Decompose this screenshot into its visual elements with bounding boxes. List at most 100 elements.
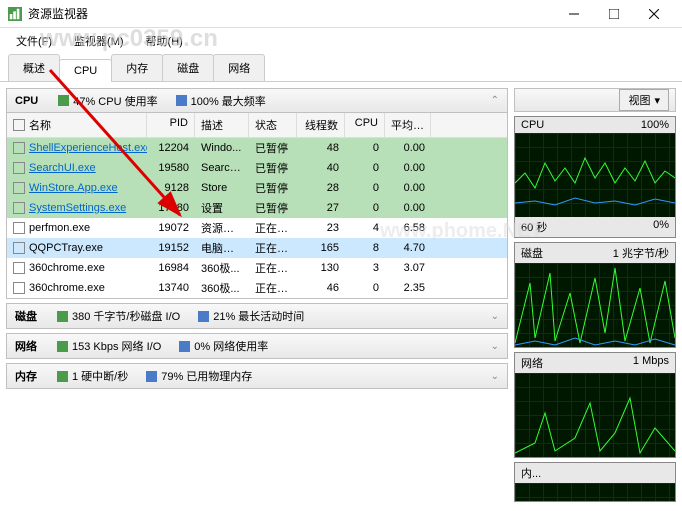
tab-cpu[interactable]: CPU (59, 59, 112, 82)
cell-avg: 0.00 (385, 180, 431, 196)
table-row[interactable]: 360chrome.exe16984360极...正在运行13033.07 (7, 258, 507, 278)
process-name: SystemSettings.exe (29, 202, 126, 214)
row-checkbox[interactable] (13, 282, 25, 294)
cell-status: 正在运行 (249, 258, 297, 278)
cell-pid: 19580 (147, 160, 195, 176)
table-row[interactable]: 360chrome.exe13740360极...正在运行4602.35 (7, 278, 507, 298)
cpu-freq-meter: 100% 最大频率 (176, 93, 266, 109)
cell-status: 正在运行 (249, 278, 297, 298)
cpu-panel: CPU 47% CPU 使用率 100% 最大频率 ⌃ 名称 PID 描述 状态… (6, 88, 508, 299)
checkbox-all[interactable] (13, 119, 25, 131)
cell-desc: 360极... (195, 258, 249, 278)
col-cpu[interactable]: CPU (345, 113, 385, 137)
network-panel-title: 网络 (15, 338, 37, 354)
graph-max: 100% (641, 119, 669, 131)
close-button[interactable] (634, 1, 674, 27)
network-panel: 网络 153 Kbps 网络 I/O 0% 网络使用率 ⌄ (6, 333, 508, 359)
row-checkbox[interactable] (13, 182, 25, 194)
mem-faults-meter: 1 硬中断/秒 (57, 368, 128, 384)
disk-panel-header[interactable]: 磁盘 380 千字节/秒磁盘 I/O 21% 最长活动时间 ⌄ (7, 304, 507, 328)
memory-panel-title: 内存 (15, 368, 37, 384)
graph-title: CPU (521, 119, 544, 131)
disk-active-meter: 21% 最长活动时间 (198, 308, 304, 324)
cell-desc: 电脑管家 (195, 238, 249, 258)
col-avg[interactable]: 平均 C... (385, 113, 431, 137)
table-body: ShellExperienceHost.exe12204Windo...已暂停4… (7, 138, 507, 298)
maximize-button[interactable] (594, 1, 634, 27)
cell-avg: 4.70 (385, 240, 431, 256)
cell-cpu: 8 (345, 240, 385, 256)
cell-threads: 40 (297, 160, 345, 176)
side-header: 视图▾ (514, 88, 676, 112)
cell-desc: Search... (195, 160, 249, 176)
row-checkbox[interactable] (13, 162, 25, 174)
row-checkbox[interactable] (13, 222, 25, 234)
cell-desc: Store (195, 180, 249, 196)
tab-memory[interactable]: 内存 (111, 54, 163, 81)
cell-cpu: 4 (345, 220, 385, 236)
cell-status: 正在运行 (249, 238, 297, 258)
network-panel-header[interactable]: 网络 153 Kbps 网络 I/O 0% 网络使用率 ⌄ (7, 334, 507, 358)
cell-desc: Windo... (195, 140, 249, 156)
cell-cpu: 0 (345, 140, 385, 156)
cell-status: 已暂停 (249, 138, 297, 158)
cell-status: 已暂停 (249, 158, 297, 178)
view-button[interactable]: 视图▾ (619, 89, 669, 111)
cell-pid: 12204 (147, 140, 195, 156)
table-row[interactable]: ShellExperienceHost.exe12204Windo...已暂停4… (7, 138, 507, 158)
network-graph: 网络1 Mbps (514, 352, 676, 458)
table-row[interactable]: SystemSettings.exe17480设置已暂停2700.00 (7, 198, 507, 218)
col-status[interactable]: 状态 (249, 113, 297, 137)
col-pid[interactable]: PID (147, 113, 195, 137)
graph-title: 内... (521, 465, 541, 481)
cell-avg: 0.00 (385, 200, 431, 216)
graph-max: 1 兆字节/秒 (613, 245, 669, 261)
table-row[interactable]: SearchUI.exe19580Search...已暂停4000.00 (7, 158, 507, 178)
cell-cpu: 0 (345, 200, 385, 216)
row-checkbox[interactable] (13, 242, 25, 254)
cell-threads: 130 (297, 260, 345, 276)
menu-file[interactable]: 文件(F) (6, 30, 62, 52)
net-use-meter: 0% 网络使用率 (179, 338, 268, 354)
disk-panel: 磁盘 380 千字节/秒磁盘 I/O 21% 最长活动时间 ⌄ (6, 303, 508, 329)
cell-desc: 设置 (195, 198, 249, 218)
col-threads[interactable]: 线程数 (297, 113, 345, 137)
row-checkbox[interactable] (13, 142, 25, 154)
disk-io-meter: 380 千字节/秒磁盘 I/O (57, 308, 180, 324)
disk-panel-title: 磁盘 (15, 308, 37, 324)
memory-panel-header[interactable]: 内存 1 硬中断/秒 79% 已用物理内存 ⌄ (7, 364, 507, 388)
graph-footer-left: 60 秒 (521, 219, 547, 235)
cell-avg: 0.00 (385, 160, 431, 176)
process-name: ShellExperienceHost.exe (29, 142, 147, 154)
table-row[interactable]: perfmon.exe19072资源和...正在运行2346.58 (7, 218, 507, 238)
disk-graph: 磁盘 1 兆字节/秒 (514, 242, 676, 348)
cpu-usage-meter: 47% CPU 使用率 (58, 93, 157, 109)
table-row[interactable]: QQPCTray.exe19152电脑管家正在运行16584.70 (7, 238, 507, 258)
cell-threads: 48 (297, 140, 345, 156)
process-name: 360chrome.exe (29, 282, 105, 294)
mem-used-meter: 79% 已用物理内存 (146, 368, 252, 384)
tab-network[interactable]: 网络 (213, 54, 265, 81)
cpu-panel-header[interactable]: CPU 47% CPU 使用率 100% 最大频率 ⌃ (7, 89, 507, 113)
process-name: perfmon.exe (29, 222, 90, 234)
cell-pid: 17480 (147, 200, 195, 216)
tab-overview[interactable]: 概述 (8, 54, 60, 81)
cell-threads: 23 (297, 220, 345, 236)
graph-footer-right: 0% (653, 219, 669, 235)
row-checkbox[interactable] (13, 202, 25, 214)
chevron-down-icon: ▾ (654, 94, 660, 107)
menu-help[interactable]: 帮助(H) (136, 30, 193, 52)
graph-title: 网络 (521, 355, 543, 371)
col-desc[interactable]: 描述 (195, 113, 249, 137)
minimize-button[interactable] (554, 1, 594, 27)
graphs-pane: 视图▾ CPU 100% 60 秒 0% 磁盘 1 兆字节/秒 网络1 Mbps 内.… (514, 82, 682, 511)
titlebar: 资源监视器 (0, 0, 682, 28)
process-name: SearchUI.exe (29, 162, 96, 174)
tab-disk[interactable]: 磁盘 (162, 54, 214, 81)
cell-threads: 165 (297, 240, 345, 256)
table-row[interactable]: WinStore.App.exe9128Store已暂停2800.00 (7, 178, 507, 198)
graph-title: 磁盘 (521, 245, 543, 261)
menu-monitor[interactable]: 监视器(M) (64, 30, 134, 52)
row-checkbox[interactable] (13, 262, 25, 274)
cell-desc: 资源和... (195, 218, 249, 238)
